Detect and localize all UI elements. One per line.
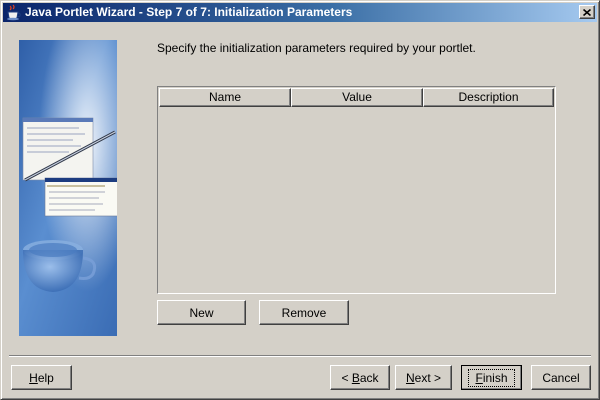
next-button-label: Next > — [406, 371, 441, 385]
back-mnemonic: B — [351, 370, 360, 385]
new-button-label: New — [189, 305, 214, 320]
table-header: Name Value Description — [159, 88, 554, 107]
next-mnemonic: N — [405, 370, 415, 385]
back-button[interactable]: < Back — [330, 365, 390, 390]
cancel-button-label: Cancel — [542, 370, 580, 385]
column-header-value[interactable]: Value — [291, 88, 423, 107]
next-label-rest: ext > — [414, 370, 442, 385]
wizard-side-illustration — [19, 40, 117, 336]
back-label-rest: ack — [359, 370, 379, 385]
help-mnemonic: H — [29, 370, 38, 385]
wizard-dialog: Java Portlet Wizard - Step 7 of 7: Initi… — [0, 0, 600, 400]
close-button[interactable] — [579, 5, 595, 19]
remove-button-label: Remove — [281, 305, 327, 320]
next-button[interactable]: Next > — [395, 365, 452, 390]
finish-button[interactable]: Finish — [461, 365, 522, 390]
coffee-cup-icon — [6, 4, 23, 21]
close-icon — [582, 5, 592, 19]
new-button[interactable]: New — [157, 300, 246, 325]
remove-button[interactable]: Remove — [259, 300, 349, 325]
window-title: Java Portlet Wizard - Step 7 of 7: Initi… — [25, 5, 353, 19]
column-header-name[interactable]: Name — [159, 88, 291, 107]
help-button-label: Help — [29, 371, 54, 385]
init-params-table[interactable]: Name Value Description — [157, 86, 556, 294]
finish-label-rest: inish — [482, 370, 508, 385]
footer-separator — [9, 355, 591, 357]
instruction-text: Specify the initialization parameters re… — [157, 41, 476, 55]
cancel-button[interactable]: Cancel — [531, 365, 591, 390]
help-label-rest: elp — [37, 370, 54, 385]
finish-mnemonic: F — [475, 370, 483, 385]
column-header-description[interactable]: Description — [423, 88, 554, 107]
back-button-label: < Back — [341, 371, 378, 385]
back-label-prefix: < — [341, 370, 352, 385]
finish-button-label: Finish — [468, 368, 515, 387]
table-body[interactable] — [159, 107, 554, 292]
help-button[interactable]: Help — [11, 365, 72, 390]
title-bar[interactable]: Java Portlet Wizard - Step 7 of 7: Initi… — [3, 3, 597, 22]
